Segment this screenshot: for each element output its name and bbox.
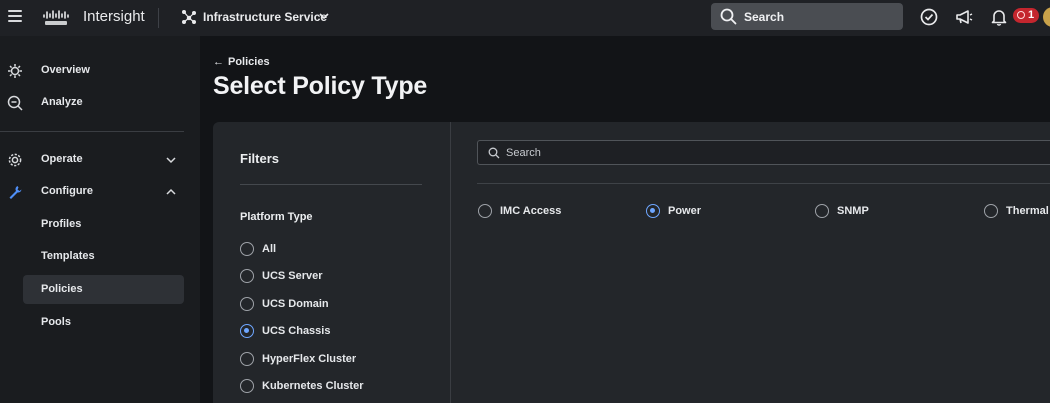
radio-button[interactable] bbox=[240, 242, 254, 256]
sidebar-subitem-profiles[interactable]: Profiles bbox=[23, 210, 184, 239]
filters-divider bbox=[240, 184, 422, 185]
sidebar-subitem-templates[interactable]: Templates bbox=[23, 242, 184, 271]
menu-icon[interactable] bbox=[8, 10, 22, 22]
radio-button[interactable] bbox=[240, 269, 254, 283]
platform-option-label: UCS Server bbox=[262, 270, 323, 282]
card-divider bbox=[450, 122, 451, 403]
wrench-icon bbox=[9, 186, 22, 199]
policy-option-label: SNMP bbox=[837, 205, 869, 217]
sidebar-item-label: Overview bbox=[41, 64, 90, 76]
check-circle-icon[interactable] bbox=[919, 7, 939, 27]
policy-type-card: Filters Platform Type All UCS Server UCS… bbox=[213, 122, 1050, 403]
policy-option-label: IMC Access bbox=[500, 205, 562, 217]
overview-icon bbox=[8, 64, 22, 78]
sidebar-subitem-policies[interactable]: Policies bbox=[23, 275, 184, 304]
search-icon bbox=[488, 147, 500, 159]
sidebar-item-label: Analyze bbox=[41, 96, 83, 108]
back-link[interactable]: ← Policies bbox=[213, 56, 270, 68]
radio-button[interactable] bbox=[240, 352, 254, 366]
bell-icon[interactable] bbox=[989, 7, 1009, 27]
alert-icon bbox=[1017, 11, 1025, 19]
filters-title: Filters bbox=[240, 151, 280, 166]
radio-button-selected[interactable] bbox=[240, 324, 254, 338]
service-icon[interactable] bbox=[181, 9, 197, 25]
radio-button[interactable] bbox=[240, 297, 254, 311]
platform-option-label: HyperFlex Cluster bbox=[262, 353, 357, 365]
chevron-down-icon[interactable] bbox=[165, 155, 177, 165]
platform-option-label: UCS Chassis bbox=[262, 325, 331, 337]
alert-count: 1 bbox=[1028, 9, 1035, 21]
radio-button-selected[interactable] bbox=[646, 204, 660, 218]
arrow-left-icon: ← bbox=[213, 56, 224, 68]
alert-badge[interactable]: 1 bbox=[1013, 8, 1039, 23]
policy-option-label: Thermal bbox=[1006, 205, 1049, 217]
analyze-icon bbox=[7, 95, 23, 111]
policy-option-label: Power bbox=[668, 205, 702, 217]
topbar-divider bbox=[158, 8, 159, 28]
top-bar: Intersight Infrastructure Service Search… bbox=[0, 0, 1050, 36]
sidebar-item-analyze[interactable]: Analyze bbox=[0, 89, 200, 117]
page-title: Select Policy Type bbox=[213, 72, 428, 100]
gear-icon bbox=[8, 153, 22, 167]
service-name[interactable]: Infrastructure Service bbox=[203, 10, 327, 24]
platform-option-label: All bbox=[262, 243, 277, 255]
chevron-up-icon[interactable] bbox=[165, 187, 177, 197]
platform-option-label: UCS Domain bbox=[262, 298, 329, 310]
sidebar-item-label: Configure bbox=[41, 185, 93, 197]
sidebar-item-configure[interactable]: Configure bbox=[0, 178, 200, 206]
sidebar-subitem-pools[interactable]: Pools bbox=[23, 308, 184, 337]
sidebar-divider bbox=[0, 131, 184, 132]
radio-button[interactable] bbox=[984, 204, 998, 218]
sidebar-subitem-label: Profiles bbox=[41, 218, 82, 230]
global-search[interactable]: Search bbox=[711, 3, 903, 30]
policy-search-input[interactable]: Search bbox=[477, 140, 1050, 165]
app-brand: Intersight bbox=[83, 8, 145, 25]
global-search-label: Search bbox=[744, 10, 785, 24]
avatar[interactable] bbox=[1043, 7, 1050, 27]
radio-button[interactable] bbox=[240, 379, 254, 393]
policy-search-placeholder: Search bbox=[506, 147, 541, 159]
sidebar-item-label: Operate bbox=[41, 153, 83, 165]
radio-button[interactable] bbox=[815, 204, 829, 218]
sidebar-item-overview[interactable]: Overview bbox=[0, 57, 200, 85]
sidebar-subitem-label: Pools bbox=[41, 316, 71, 328]
cisco-logo-icon bbox=[43, 10, 69, 25]
chevron-down-icon[interactable] bbox=[318, 11, 330, 21]
back-link-label: Policies bbox=[228, 56, 270, 68]
sidebar: Overview Analyze Operate Configure Profi… bbox=[0, 36, 200, 403]
sidebar-subitem-label: Templates bbox=[41, 250, 95, 262]
platform-type-title: Platform Type bbox=[240, 211, 313, 223]
search-icon bbox=[720, 8, 737, 25]
sidebar-subitem-label: Policies bbox=[41, 283, 83, 295]
sidebar-item-operate[interactable]: Operate bbox=[0, 146, 200, 174]
megaphone-icon[interactable] bbox=[954, 7, 974, 27]
radio-button[interactable] bbox=[478, 204, 492, 218]
policy-divider bbox=[477, 183, 1050, 184]
platform-option-label: Kubernetes Cluster bbox=[262, 380, 364, 392]
